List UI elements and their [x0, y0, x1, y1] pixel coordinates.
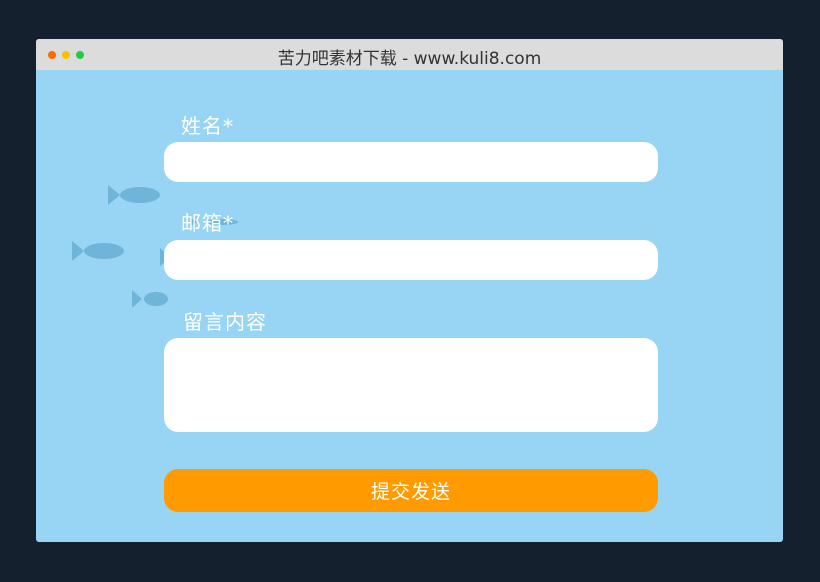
- fish-icon: [132, 290, 168, 308]
- name-label: 姓名*: [181, 114, 234, 138]
- email-label: 邮箱*: [181, 211, 234, 235]
- message-textarea[interactable]: [164, 338, 658, 432]
- name-input[interactable]: [164, 142, 658, 182]
- submit-button[interactable]: 提交发送: [164, 469, 658, 512]
- message-label: 留言内容: [183, 310, 267, 334]
- email-input[interactable]: [164, 240, 658, 280]
- fish-icon: [108, 185, 160, 205]
- title-bar: 苦力吧素材下载 - www.kuli8.com: [36, 39, 783, 70]
- browser-window: 苦力吧素材下载 - www.kuli8.com 姓名* 邮箱* 留言内容 提交发…: [36, 39, 783, 542]
- page-content: 姓名* 邮箱* 留言内容 提交发送: [36, 70, 783, 542]
- window-title: 苦力吧素材下载 - www.kuli8.com: [277, 49, 542, 69]
- fish-icon: [72, 241, 124, 261]
